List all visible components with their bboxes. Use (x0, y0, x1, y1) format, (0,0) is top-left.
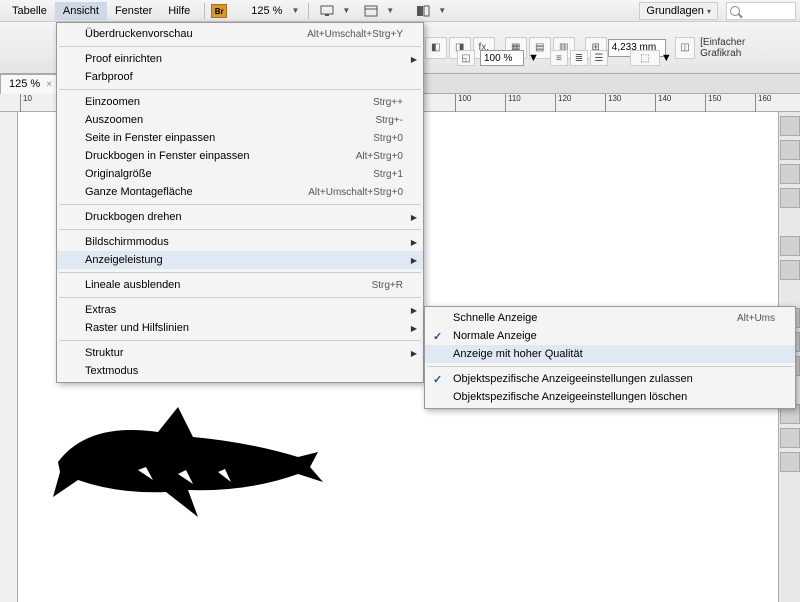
menu-item[interactable]: ✓Normale Anzeige (425, 327, 795, 345)
search-input[interactable] (726, 2, 796, 20)
menu-item[interactable]: Lineale ausblendenStrg+R (57, 276, 423, 294)
shark-graphic[interactable] (48, 402, 328, 522)
menu-item[interactable]: Anzeige mit hoher Qualität (425, 345, 795, 363)
panel-icon[interactable] (780, 260, 800, 280)
arrange-icon[interactable] (413, 2, 433, 20)
menu-item[interactable]: ✓Objektspezifische Anzeigeeinstellungen … (425, 370, 795, 388)
document-tab[interactable]: 125 %× (0, 74, 61, 94)
menu-item[interactable]: OriginalgrößeStrg+1 (57, 165, 423, 183)
zoom-level[interactable]: 125 % (245, 5, 288, 17)
anzeigeleistung-submenu: Schnelle AnzeigeAlt+Ums✓Normale AnzeigeA… (424, 306, 796, 409)
panel-icon[interactable] (780, 236, 800, 256)
panel-icon[interactable] (780, 140, 800, 160)
submenu-arrow-icon: ▶ (411, 213, 417, 222)
menu-item[interactable]: Schnelle AnzeigeAlt+Ums (425, 309, 795, 327)
menu-item[interactable]: Objektspezifische Anzeigeeinstellungen l… (425, 388, 795, 406)
panel-icon[interactable] (780, 452, 800, 472)
menu-item[interactable]: Anzeigeleistung▶ (57, 251, 423, 269)
small-icon-1[interactable]: ◱ (457, 50, 475, 66)
panel-icon[interactable] (780, 164, 800, 184)
menu-item[interactable]: Proof einrichten▶ (57, 50, 423, 68)
checkmark-icon: ✓ (433, 330, 442, 343)
search-icon (730, 6, 740, 16)
submenu-arrow-icon: ▶ (411, 55, 417, 64)
panel-icon[interactable] (780, 428, 800, 448)
screen-mode-icon[interactable] (317, 2, 337, 20)
checkmark-icon: ✓ (433, 373, 442, 386)
panel-icon[interactable] (780, 116, 800, 136)
menu-ansicht[interactable]: Ansicht (55, 2, 107, 20)
align-icon-3[interactable]: ☰ (590, 50, 608, 66)
panel-icon[interactable] (780, 188, 800, 208)
ruler-vertical (0, 112, 18, 602)
ansicht-menu: ÜberdruckenvorschauAlt+Umschalt+Strg+Y Pr… (56, 22, 424, 383)
submenu-arrow-icon: ▶ (411, 306, 417, 315)
align-icon-2[interactable]: ≣ (570, 50, 588, 66)
zoom-dropdown-icon[interactable]: ▼ (288, 6, 302, 15)
menu-item[interactable]: Druckbogen in Fenster einpassenAlt+Strg+… (57, 147, 423, 165)
submenu-arrow-icon: ▶ (411, 238, 417, 247)
bridge-icon[interactable]: Br (211, 4, 227, 18)
menu-hilfe[interactable]: Hilfe (160, 2, 198, 20)
menu-item[interactable]: Bildschirmmodus▶ (57, 233, 423, 251)
frame-icon[interactable]: ◫ (675, 37, 695, 59)
menu-item[interactable]: AuszoomenStrg+- (57, 111, 423, 129)
menu-item[interactable]: Farbproof (57, 68, 423, 86)
menu-fenster[interactable]: Fenster (107, 2, 160, 20)
submenu-arrow-icon: ▶ (411, 324, 417, 333)
style-label: [Einfacher Grafikrah (696, 37, 786, 59)
menubar: Tabelle Ansicht Fenster Hilfe Br 125 % ▼… (0, 0, 800, 22)
menu-item[interactable]: EinzoomenStrg++ (57, 93, 423, 111)
close-tab-icon[interactable]: × (46, 79, 52, 90)
menu-item[interactable]: Druckbogen drehen▶ (57, 208, 423, 226)
menu-item[interactable]: Ganze MontageflächeAlt+Umschalt+Strg+0 (57, 183, 423, 201)
menu-item[interactable]: ÜberdruckenvorschauAlt+Umschalt+Strg+Y (57, 25, 423, 43)
align-icon-1[interactable]: ≡ (550, 50, 568, 66)
submenu-arrow-icon: ▶ (411, 349, 417, 358)
menu-tabelle[interactable]: Tabelle (4, 2, 55, 20)
menu-item[interactable]: Seite in Fenster einpassenStrg+0 (57, 129, 423, 147)
menu-item[interactable]: Textmodus (57, 362, 423, 380)
zoom-100-field[interactable]: 100 % (480, 50, 524, 66)
submenu-arrow-icon: ▶ (411, 256, 417, 265)
menu-item[interactable]: Raster und Hilfslinien▶ (57, 319, 423, 337)
workspace-selector[interactable]: Grundlagen ▾ (639, 2, 718, 20)
menu-item[interactable]: Extras▶ (57, 301, 423, 319)
menu-item[interactable]: Struktur▶ (57, 344, 423, 362)
view-options-icon[interactable] (361, 2, 381, 20)
corner-icon[interactable]: ⬚ (630, 50, 660, 66)
